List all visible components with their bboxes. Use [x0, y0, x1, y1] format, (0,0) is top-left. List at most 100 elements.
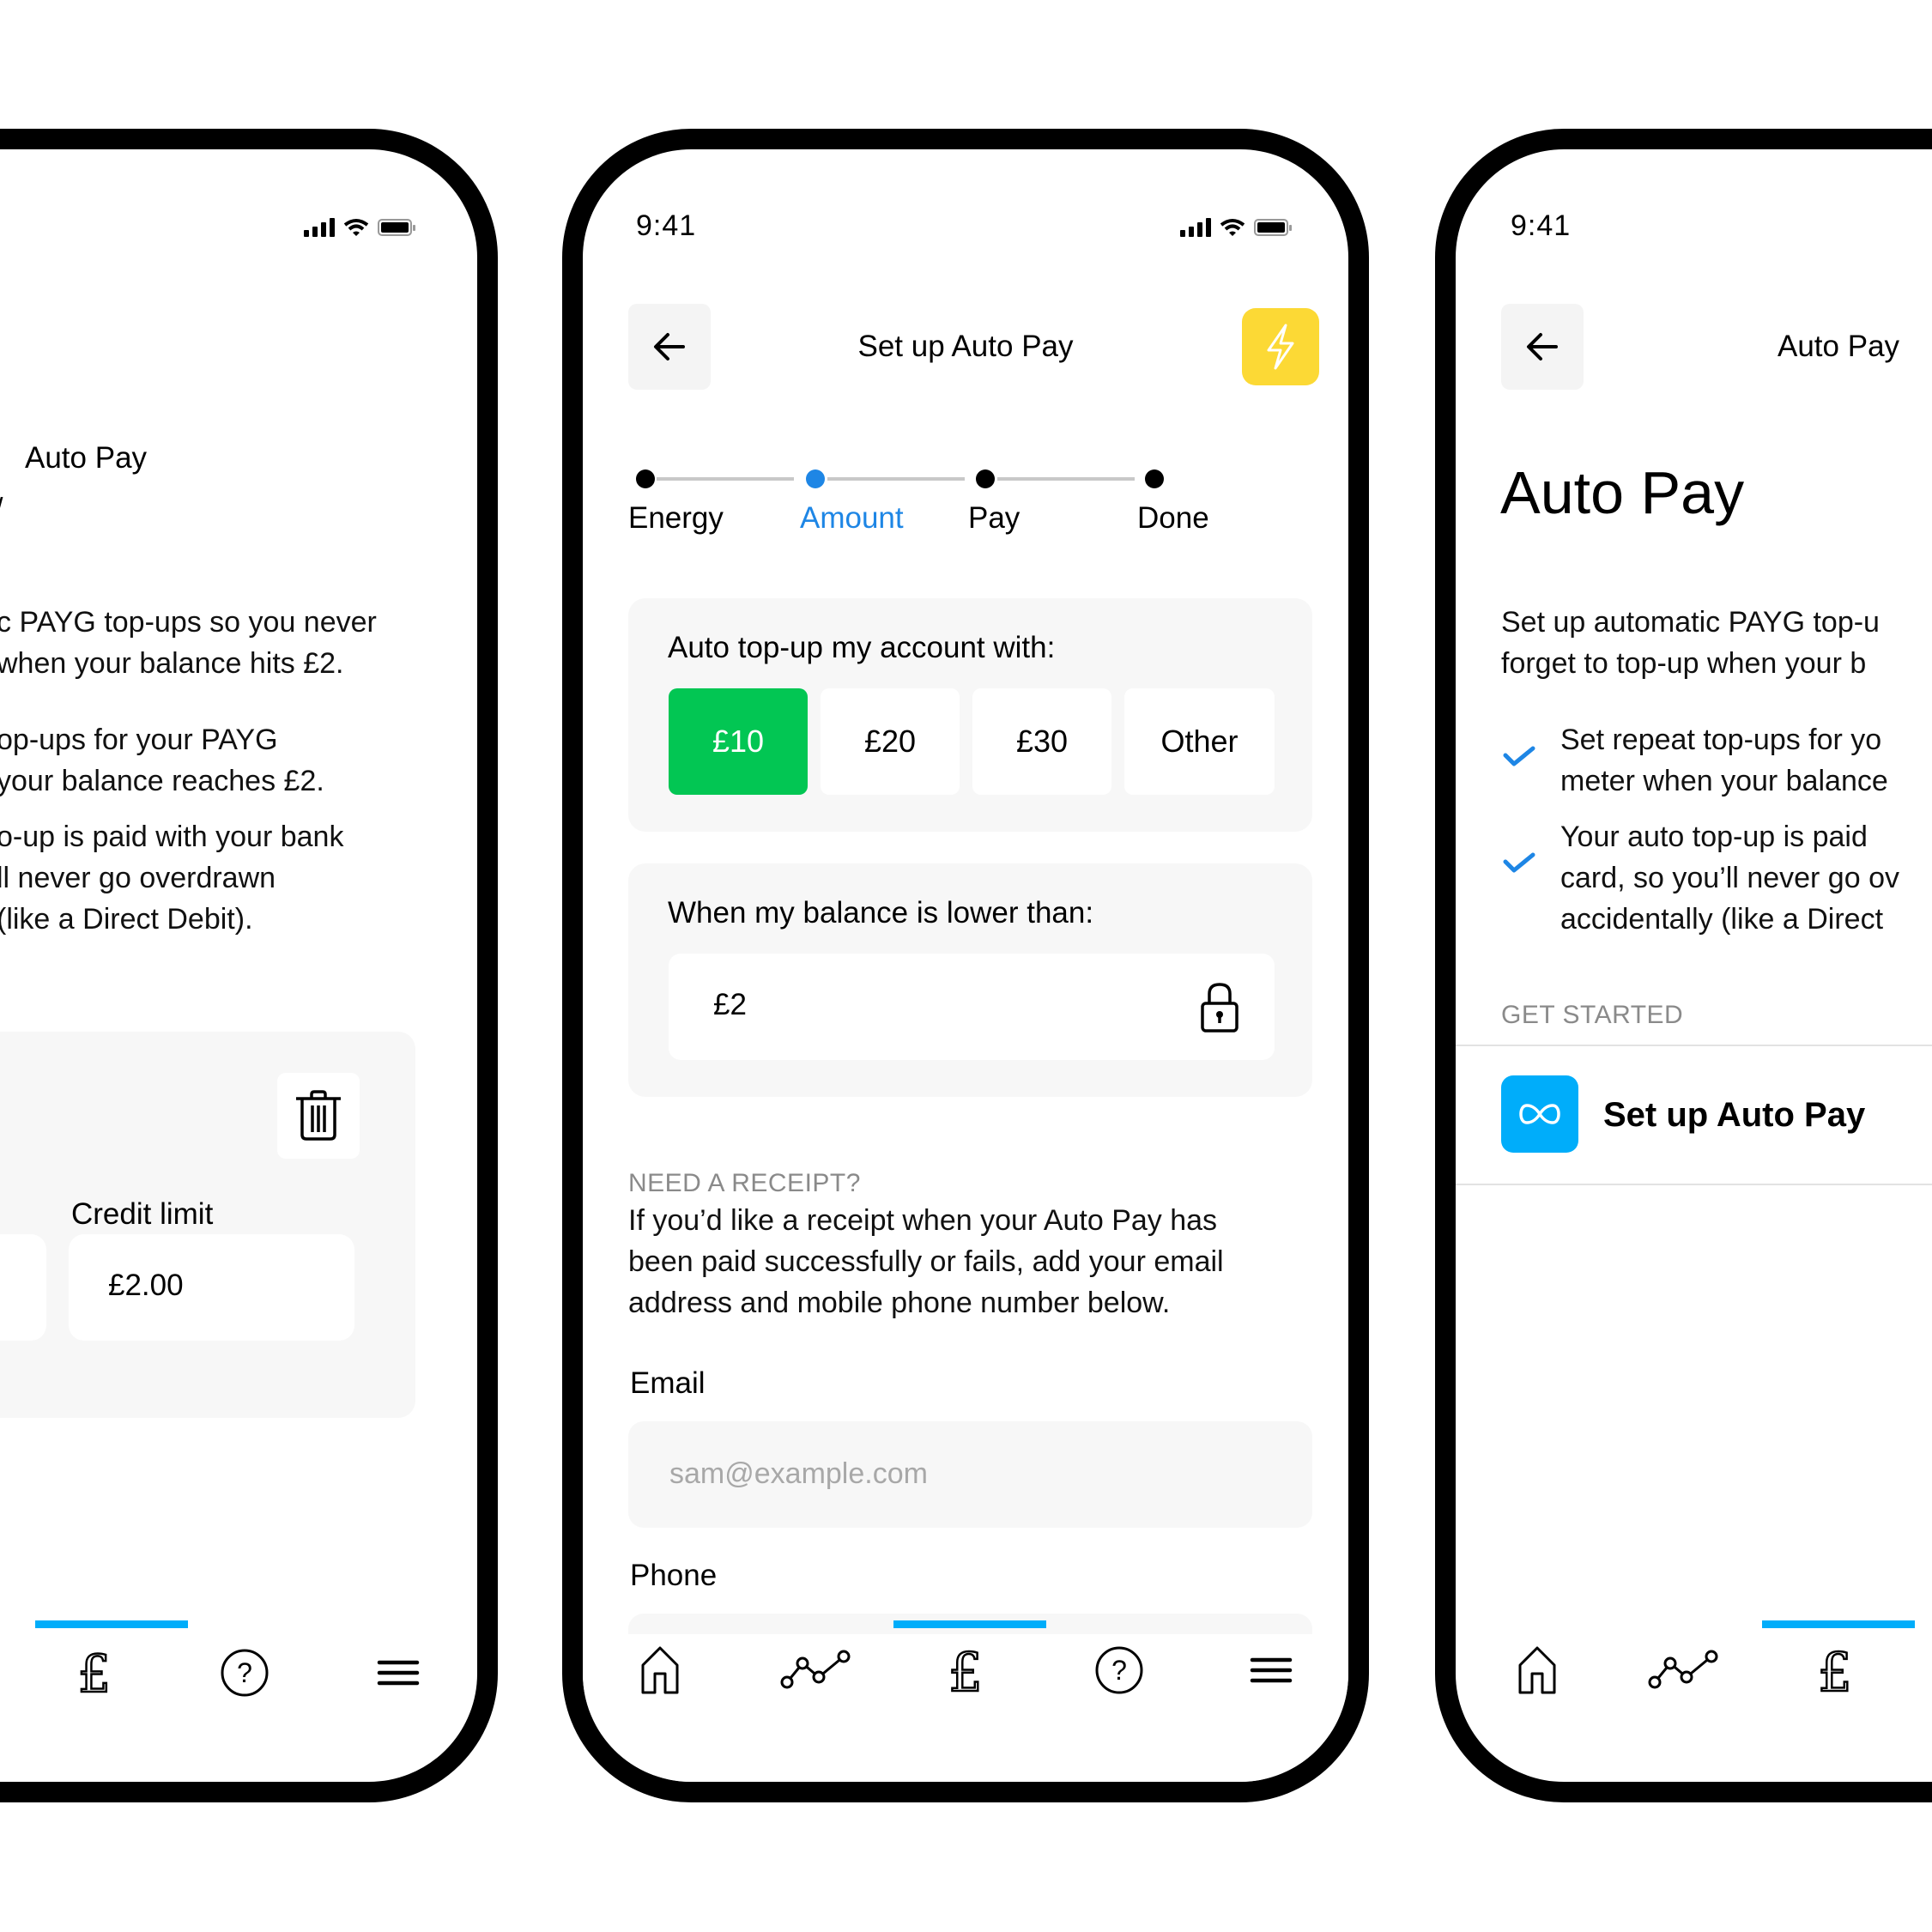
bottom-nav: £ ? — [583, 1620, 1348, 1782]
bullet-line: your balance reaches £2. — [0, 765, 324, 797]
nav-help[interactable]: ? — [1093, 1644, 1145, 1696]
menu-icon — [1250, 1657, 1293, 1683]
threshold-card: When my balance is lower than: £2 — [628, 863, 1312, 1097]
intro-line: Set up automatic PAYG top-u — [1501, 606, 1880, 639]
nav-help[interactable]: ? — [219, 1647, 270, 1699]
nav-pound[interactable]: £ — [1809, 1640, 1861, 1705]
bullet-line: (like a Direct Debit). — [0, 903, 253, 936]
back-button[interactable] — [1501, 304, 1584, 390]
autopay-summary-card: Credit limit £2.00 — [0, 1032, 415, 1418]
bullet-1: op-ups for your PAYG your balance reache… — [0, 719, 324, 802]
intro-text: c PAYG top-ups so you never when your ba… — [0, 602, 377, 684]
truncated-glyph: / — [0, 493, 3, 526]
setup-label: Set up Auto Pay — [1603, 1096, 1866, 1134]
svg-text:£: £ — [78, 1647, 111, 1699]
email-label: Email — [630, 1366, 706, 1400]
usage-chart-icon — [780, 1650, 851, 1689]
header-title: Auto Pay — [1778, 330, 1900, 363]
nav-home[interactable] — [634, 1644, 686, 1696]
phone-left-screen: Auto Pay / c PAYG top-ups so you never w… — [0, 129, 498, 1802]
amount-option-10[interactable]: £10 — [669, 688, 808, 795]
phone-middle-screen: 9:41 Set up Auto Pay Energy Amount Pay D… — [562, 129, 1369, 1802]
signal-icon — [1180, 218, 1211, 237]
bullet-line: accidentally (like a Direct — [1560, 903, 1884, 936]
email-placeholder: sam@example.com — [669, 1457, 928, 1490]
nav-active-indicator — [893, 1620, 1046, 1628]
delete-button[interactable] — [277, 1073, 360, 1159]
amount-field[interactable] — [0, 1234, 46, 1341]
arrow-left-icon — [1527, 333, 1558, 360]
battery-icon — [1254, 219, 1292, 236]
email-field[interactable]: sam@example.com — [628, 1421, 1312, 1528]
signal-icon — [304, 218, 335, 237]
divider — [1456, 1184, 1932, 1185]
home-icon — [1518, 1646, 1556, 1694]
check-icon — [1503, 852, 1535, 873]
svg-text:?: ? — [237, 1657, 252, 1688]
bullet-2: Your auto top-up is paid card, so you’ll… — [1560, 816, 1899, 940]
receipt-line: address and mobile phone number below. — [628, 1287, 1171, 1319]
credit-limit-value: £2.00 — [108, 1269, 184, 1302]
bullet-1: Set repeat top-ups for yo meter when you… — [1560, 719, 1888, 802]
step-connector — [657, 477, 794, 481]
topup-amount-card: Auto top-up my account with: £10 £20 £30… — [628, 598, 1312, 832]
pound-icon: £ — [1817, 1640, 1853, 1705]
section-caption: GET STARTED — [1501, 1001, 1684, 1029]
nav-menu[interactable] — [1245, 1644, 1297, 1696]
step-label-pay[interactable]: Pay — [968, 501, 1020, 536]
wifi-icon — [343, 219, 369, 236]
bullet-line: card, so you’ll never go ov — [1560, 862, 1899, 894]
threshold-label: When my balance is lower than: — [668, 896, 1094, 930]
receipt-line: been paid successfully or fails, add you… — [628, 1245, 1224, 1278]
step-label-done[interactable]: Done — [1137, 501, 1209, 536]
usage-chart-icon — [1648, 1650, 1718, 1689]
bullet-2: o-up is paid with your bank ll never go … — [0, 816, 343, 940]
lock-icon — [1201, 983, 1239, 1033]
page-title: Auto Pay — [1500, 459, 1745, 526]
bullet-line: Set repeat top-ups for yo — [1560, 724, 1882, 756]
menu-icon — [377, 1660, 420, 1686]
nav-usage[interactable] — [780, 1644, 854, 1696]
step-label-energy[interactable]: Energy — [628, 501, 724, 536]
receipt-line: If you’d like a receipt when your Auto P… — [628, 1204, 1218, 1237]
wifi-icon — [1220, 219, 1245, 236]
amount-option-20[interactable]: £20 — [821, 688, 960, 795]
amount-option-other[interactable]: Other — [1124, 688, 1275, 795]
home-icon — [641, 1646, 679, 1694]
phone-right-screen: 9:41 Auto Pay Auto Pay Set up automatic … — [1435, 129, 1932, 1802]
amount-option-30[interactable]: £30 — [972, 688, 1111, 795]
status-icons — [304, 218, 415, 237]
threshold-field[interactable]: £2 — [669, 954, 1275, 1060]
lightning-icon — [1267, 324, 1294, 370]
nav-pound[interactable]: £ — [940, 1640, 991, 1705]
step-dot-done — [1145, 469, 1164, 488]
check-icon — [1503, 746, 1535, 766]
bullet-line: meter when your balance — [1560, 765, 1888, 797]
infinity-icon — [1519, 1104, 1560, 1124]
svg-text:?: ? — [1111, 1655, 1127, 1686]
setup-auto-pay-row[interactable]: Set up Auto Pay — [1456, 1046, 1932, 1184]
receipt-caption: NEED A RECEIPT? — [628, 1169, 861, 1197]
nav-menu[interactable] — [372, 1647, 424, 1699]
step-label-amount[interactable]: Amount — [800, 501, 904, 536]
intro-text: Set up automatic PAYG top-u forget to to… — [1501, 602, 1880, 684]
nav-active-indicator — [1762, 1620, 1915, 1628]
status-time: 9:41 — [636, 209, 697, 242]
bullet-line: op-ups for your PAYG — [0, 724, 278, 756]
nav-pound[interactable]: £ — [69, 1644, 120, 1706]
topup-label: Auto top-up my account with: — [668, 631, 1056, 664]
bullet-line: o-up is paid with your bank — [0, 821, 344, 853]
bullet-line: Your auto top-up is paid — [1560, 821, 1868, 853]
energy-button[interactable] — [1242, 308, 1319, 385]
status-icons — [1180, 218, 1292, 237]
credit-limit-field[interactable]: £2.00 — [69, 1234, 354, 1341]
intro-line: when your balance hits £2. — [0, 647, 344, 680]
battery-icon — [378, 219, 415, 236]
status-time: 9:41 — [1511, 209, 1572, 242]
header-title: Set up Auto Pay — [857, 330, 1074, 363]
nav-home[interactable] — [1511, 1644, 1563, 1696]
intro-line: c PAYG top-ups so you never — [0, 606, 377, 639]
header-title: Auto Pay — [25, 441, 148, 475]
intro-line: forget to top-up when your b — [1501, 647, 1867, 680]
nav-usage[interactable] — [1648, 1644, 1722, 1696]
